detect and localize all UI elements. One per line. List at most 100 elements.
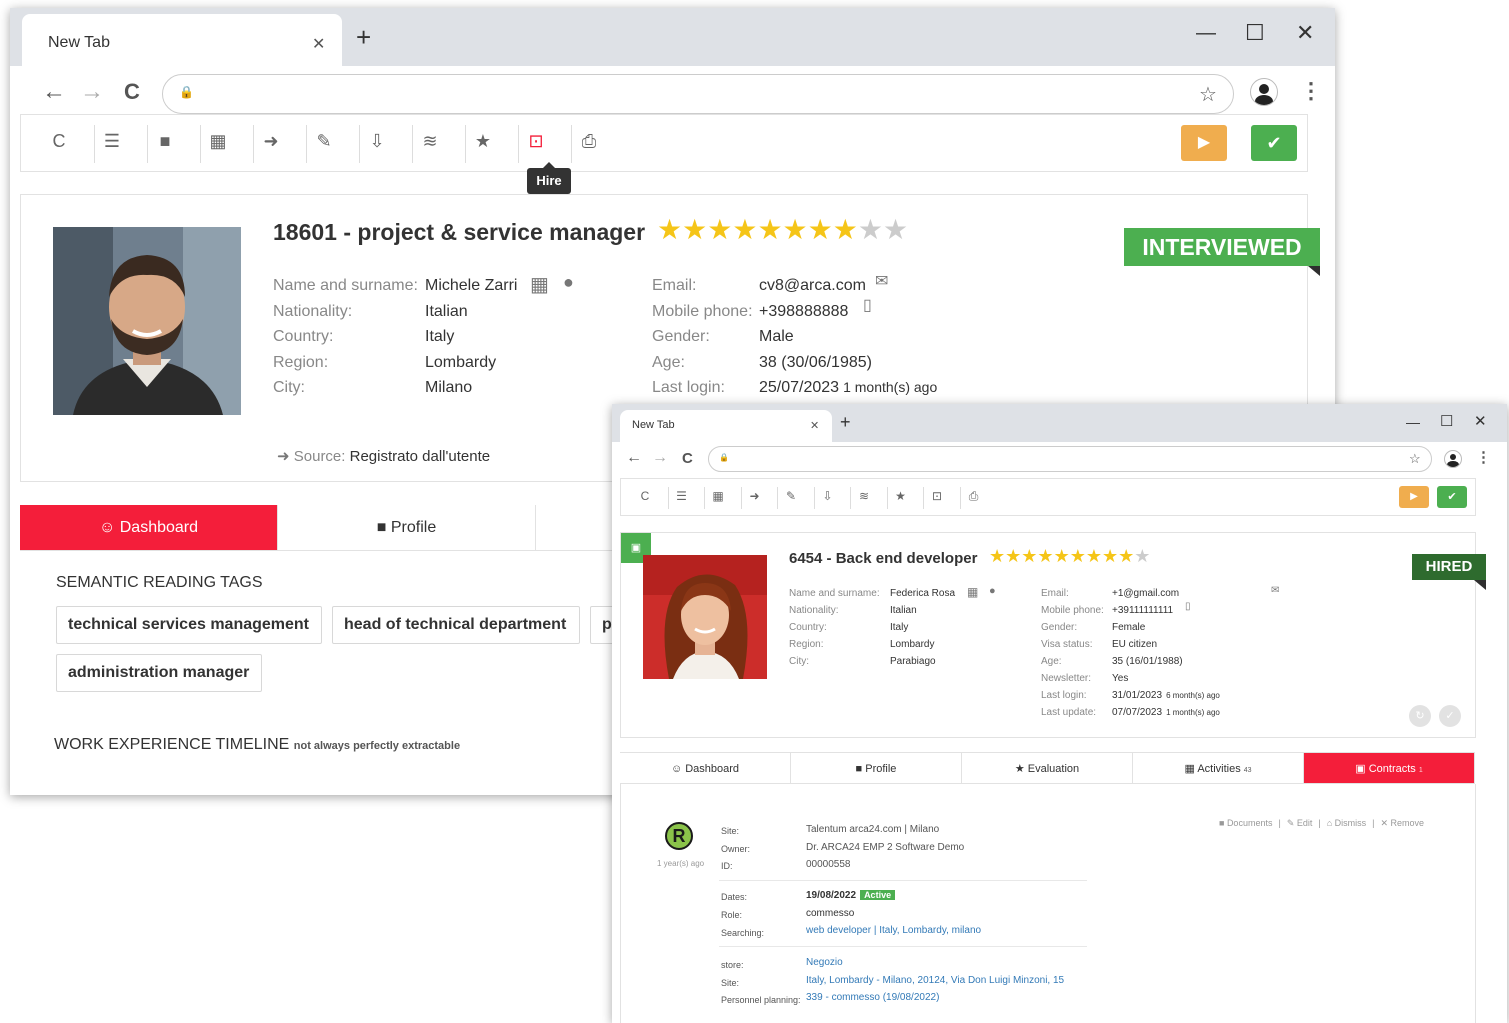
share-icon[interactable]: ➜ bbox=[745, 489, 765, 503]
star-icon[interactable]: ★ bbox=[732, 214, 757, 245]
star-icon[interactable]: ★ bbox=[1037, 546, 1053, 566]
confirm-button[interactable]: ✔ bbox=[1251, 125, 1297, 161]
tab-profile[interactable]: ■ Profile bbox=[791, 752, 962, 784]
reload-icon[interactable]: C bbox=[124, 79, 140, 105]
planning-link[interactable]: 339 - commesso (19/08/2022) bbox=[806, 992, 939, 1003]
star-icon[interactable]: ★ bbox=[883, 214, 908, 245]
tab-dashboard[interactable]: ☺ Dashboard bbox=[620, 752, 791, 784]
print-icon[interactable]: ⎙ bbox=[964, 489, 984, 504]
share-icon[interactable]: ➜ bbox=[257, 131, 285, 152]
forward-icon[interactable]: → bbox=[652, 449, 668, 467]
video-icon[interactable]: ■ bbox=[151, 131, 179, 152]
star-icon[interactable]: ★ bbox=[657, 214, 682, 245]
tab-activities[interactable]: ▦ Activities 43 bbox=[1133, 752, 1304, 784]
inbox-icon[interactable]: ⇩ bbox=[818, 489, 838, 503]
star-icon[interactable]: ★ bbox=[707, 214, 732, 245]
doc-icon[interactable]: ▦ bbox=[708, 489, 728, 503]
star-icon[interactable]: ★ bbox=[1134, 546, 1150, 566]
star-icon[interactable]: ★ bbox=[783, 214, 808, 245]
star-icon[interactable]: ★ bbox=[833, 214, 858, 245]
minimize-icon[interactable]: — bbox=[1406, 414, 1420, 430]
list-icon[interactable]: ☰ bbox=[672, 489, 692, 503]
print-icon[interactable]: ⎙ bbox=[575, 131, 603, 152]
edit-action[interactable]: Edit bbox=[1297, 818, 1313, 828]
star-icon[interactable]: ★ bbox=[1021, 546, 1037, 566]
profile-avatar-icon[interactable] bbox=[1444, 450, 1462, 468]
maximize-icon[interactable]: ☐ bbox=[1440, 412, 1453, 430]
mail-icon[interactable]: ✉ bbox=[1271, 585, 1279, 596]
browser-tab[interactable]: New Tab ✕ bbox=[22, 14, 342, 66]
star-icon[interactable]: ★ bbox=[682, 214, 707, 245]
star-icon[interactable]: ★ bbox=[1102, 546, 1118, 566]
bookmark-star-icon[interactable]: ☆ bbox=[1409, 451, 1421, 467]
rating-stars[interactable]: ★★★★★★★★★★ bbox=[657, 213, 908, 246]
rating-stars[interactable]: ★★★★★★★★★★ bbox=[989, 546, 1150, 567]
phone-icon[interactable]: ▯ bbox=[1185, 601, 1191, 612]
address-bar[interactable]: 🔒 ☆ bbox=[708, 446, 1432, 472]
tab-contracts[interactable]: ▣ Contracts 1 bbox=[1304, 752, 1475, 784]
confirm-button[interactable]: ✔ bbox=[1437, 486, 1467, 508]
doc-icon[interactable]: ▦ bbox=[204, 131, 232, 152]
play-button[interactable]: ▶ bbox=[1181, 125, 1227, 161]
maximize-icon[interactable]: ☐ bbox=[1245, 20, 1265, 46]
searching-link[interactable]: web developer | Italy, Lombardy, milano bbox=[806, 925, 981, 936]
play-button[interactable]: ▶ bbox=[1399, 486, 1429, 508]
star-icon[interactable]: ★ bbox=[1086, 546, 1102, 566]
hire-icon[interactable]: ⊡ bbox=[522, 131, 550, 152]
back-icon[interactable]: ← bbox=[626, 449, 642, 467]
calendar-icon[interactable]: ▦ bbox=[530, 272, 549, 297]
tab-dashboard[interactable]: ☺ Dashboard bbox=[20, 505, 278, 551]
close-icon[interactable]: ✕ bbox=[810, 419, 819, 432]
dismiss-action[interactable]: Dismiss bbox=[1335, 818, 1367, 828]
forward-icon[interactable]: → bbox=[80, 78, 104, 106]
new-tab-button[interactable]: + bbox=[840, 412, 851, 433]
tab-evaluation[interactable]: ★ Evaluation bbox=[962, 752, 1133, 784]
close-window-icon[interactable]: ✕ bbox=[1296, 20, 1314, 46]
menu-kebab-icon[interactable]: ⋮ bbox=[1476, 448, 1491, 466]
semantic-tag[interactable]: head of technical department bbox=[332, 606, 580, 644]
star-icon[interactable]: ★ bbox=[1054, 546, 1070, 566]
star-icon[interactable]: ★ bbox=[1005, 546, 1021, 566]
refresh-circle-icon[interactable]: ↻ bbox=[1409, 705, 1431, 727]
pencil-icon[interactable]: ✎ bbox=[781, 489, 801, 503]
close-icon[interactable]: ✕ bbox=[312, 34, 325, 54]
new-tab-button[interactable]: + bbox=[356, 22, 371, 53]
profile-avatar-icon[interactable] bbox=[1250, 78, 1278, 106]
semantic-tag[interactable]: administration manager bbox=[56, 654, 262, 692]
reload-icon[interactable]: C bbox=[635, 489, 655, 503]
semantic-tag[interactable]: technical services management bbox=[56, 606, 322, 644]
back-icon[interactable]: ← bbox=[42, 78, 66, 106]
calendar-icon[interactable]: ▦ bbox=[967, 585, 978, 599]
phone-icon[interactable]: ▯ bbox=[863, 295, 872, 315]
address-bar[interactable]: 🔒 ☆ bbox=[162, 74, 1234, 114]
chat-icon[interactable]: ● bbox=[989, 585, 996, 597]
bookmark-star-icon[interactable]: ☆ bbox=[1199, 82, 1217, 107]
inbox-icon[interactable]: ⇩ bbox=[363, 131, 391, 152]
star-icon[interactable]: ★ bbox=[1118, 546, 1134, 566]
thumbs-up-icon[interactable]: ✓ bbox=[1439, 705, 1461, 727]
star-icon[interactable]: ★ bbox=[469, 131, 497, 152]
star-icon[interactable]: ★ bbox=[989, 546, 1005, 566]
remove-action[interactable]: Remove bbox=[1391, 818, 1425, 828]
menu-kebab-icon[interactable]: ⋮ bbox=[1300, 78, 1322, 104]
close-window-icon[interactable]: ✕ bbox=[1474, 412, 1487, 430]
star-icon[interactable]: ★ bbox=[757, 214, 782, 245]
documents-action[interactable]: Documents bbox=[1227, 818, 1273, 828]
store-link[interactable]: Negozio bbox=[806, 957, 843, 968]
reload-icon[interactable]: C bbox=[45, 131, 73, 152]
tab-profile[interactable]: ■ Profile bbox=[278, 505, 536, 551]
candidate-photo[interactable] bbox=[53, 227, 241, 415]
browser-tab[interactable]: New Tab ✕ bbox=[620, 410, 832, 442]
star-icon[interactable]: ★ bbox=[808, 214, 833, 245]
candidate-photo[interactable] bbox=[643, 555, 767, 679]
pencil-icon[interactable]: ✎ bbox=[310, 131, 338, 152]
site2-link[interactable]: Italy, Lombardy - Milano, 20124, Via Don… bbox=[806, 975, 1064, 986]
star-icon[interactable]: ★ bbox=[1070, 546, 1086, 566]
hire-icon[interactable]: ⊡ bbox=[927, 489, 947, 503]
mail-icon[interactable]: ✉ bbox=[875, 271, 888, 291]
list-icon[interactable]: ☰ bbox=[98, 131, 126, 152]
star-icon[interactable]: ★ bbox=[891, 489, 911, 503]
stack-icon[interactable]: ≋ bbox=[416, 131, 444, 152]
star-icon[interactable]: ★ bbox=[858, 214, 883, 245]
stack-icon[interactable]: ≋ bbox=[854, 489, 874, 503]
